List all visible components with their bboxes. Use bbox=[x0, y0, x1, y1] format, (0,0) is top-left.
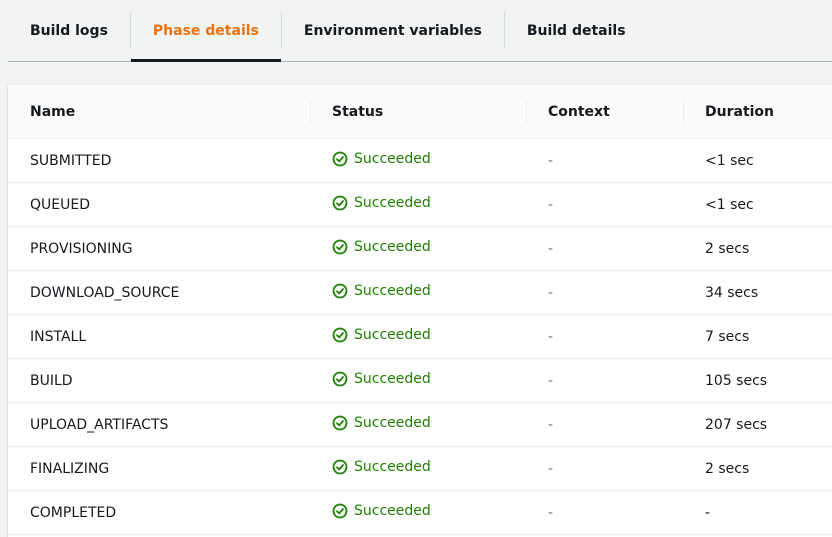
phase-name-cell: COMPLETED bbox=[8, 490, 310, 535]
phase-status-cell: Succeeded bbox=[310, 270, 526, 315]
phase-name-cell: UPLOAD_ARTIFACTS bbox=[8, 402, 310, 447]
phase-name-cell: FINALIZING bbox=[8, 446, 310, 491]
tab-phase-details[interactable]: Phase details bbox=[130, 0, 281, 62]
check-circle-icon bbox=[332, 239, 348, 254]
status-text: Succeeded bbox=[354, 326, 431, 343]
phase-duration-cell: - bbox=[683, 490, 832, 535]
table-row: INSTALL Succeeded - 7 secs bbox=[8, 314, 832, 359]
table-header-row: Name Status Context Duration bbox=[8, 85, 832, 139]
phase-name-cell: DOWNLOAD_SOURCE bbox=[8, 270, 310, 315]
check-circle-icon bbox=[332, 327, 348, 342]
check-circle-icon bbox=[332, 503, 348, 518]
status-indicator: Succeeded bbox=[332, 371, 431, 387]
column-header-duration: Duration bbox=[683, 85, 832, 139]
table-row: DOWNLOAD_SOURCE Succeeded - 34 secs bbox=[8, 270, 832, 315]
column-header-name: Name bbox=[8, 85, 310, 139]
phase-context-cell: - bbox=[526, 138, 683, 183]
table-row: COMPLETED Succeeded - - bbox=[8, 490, 832, 535]
phase-duration-cell: 2 secs bbox=[683, 226, 832, 271]
tab-bar: Build logs Phase details Environment var… bbox=[8, 0, 832, 62]
phase-context-cell: - bbox=[526, 446, 683, 491]
status-text: Succeeded bbox=[354, 458, 431, 475]
tab-build-details[interactable]: Build details bbox=[505, 0, 648, 61]
table-row: UPLOAD_ARTIFACTS Succeeded - 207 secs bbox=[8, 402, 832, 447]
status-text: Succeeded bbox=[354, 150, 431, 167]
phase-duration-cell: 2 secs bbox=[683, 446, 832, 491]
status-text: Succeeded bbox=[354, 194, 431, 211]
phase-status-cell: Succeeded bbox=[310, 402, 526, 447]
phase-duration-cell: 105 secs bbox=[683, 358, 832, 403]
phase-context-cell: - bbox=[526, 402, 683, 447]
status-indicator: Succeeded bbox=[332, 503, 431, 519]
phase-duration-cell: 34 secs bbox=[683, 270, 832, 315]
phase-status-cell: Succeeded bbox=[310, 182, 526, 227]
phase-duration-cell: 7 secs bbox=[683, 314, 832, 359]
status-indicator: Succeeded bbox=[332, 327, 431, 343]
status-indicator: Succeeded bbox=[332, 283, 431, 299]
phase-name-cell: QUEUED bbox=[8, 182, 310, 227]
phase-duration-cell: 207 secs bbox=[683, 402, 832, 447]
check-circle-icon bbox=[332, 371, 348, 386]
check-circle-icon bbox=[332, 459, 348, 474]
tab-environment-variables[interactable]: Environment variables bbox=[282, 0, 504, 61]
phase-context-cell: - bbox=[526, 490, 683, 535]
status-indicator: Succeeded bbox=[332, 151, 431, 167]
phase-duration-cell: <1 sec bbox=[683, 138, 832, 183]
table-row: SUBMITTED Succeeded - <1 sec bbox=[8, 138, 832, 183]
phase-context-cell: - bbox=[526, 270, 683, 315]
status-text: Succeeded bbox=[354, 414, 431, 431]
table-row: FINALIZING Succeeded - 2 secs bbox=[8, 446, 832, 491]
phase-context-cell: - bbox=[526, 358, 683, 403]
status-indicator: Succeeded bbox=[332, 415, 431, 431]
phase-name-cell: BUILD bbox=[8, 358, 310, 403]
phase-context-cell: - bbox=[526, 314, 683, 359]
tab-build-logs[interactable]: Build logs bbox=[8, 0, 130, 61]
table-row: QUEUED Succeeded - <1 sec bbox=[8, 182, 832, 227]
status-indicator: Succeeded bbox=[332, 195, 431, 211]
phase-status-cell: Succeeded bbox=[310, 226, 526, 271]
check-circle-icon bbox=[332, 283, 348, 298]
status-text: Succeeded bbox=[354, 370, 431, 387]
phase-name-cell: PROVISIONING bbox=[8, 226, 310, 271]
check-circle-icon bbox=[332, 415, 348, 430]
phase-status-cell: Succeeded bbox=[310, 138, 526, 183]
status-indicator: Succeeded bbox=[332, 459, 431, 475]
phase-table-body: SUBMITTED Succeeded - <1 sec QUEUED Succ… bbox=[8, 138, 832, 535]
phase-context-cell: - bbox=[526, 182, 683, 227]
status-indicator: Succeeded bbox=[332, 239, 431, 255]
column-header-context: Context bbox=[526, 85, 683, 139]
check-circle-icon bbox=[332, 151, 348, 166]
column-header-status: Status bbox=[310, 85, 526, 139]
phase-context-cell: - bbox=[526, 226, 683, 271]
phase-duration-cell: <1 sec bbox=[683, 182, 832, 227]
phase-table: Name Status Context Duration SUBMITTED S… bbox=[8, 85, 832, 535]
phase-status-cell: Succeeded bbox=[310, 446, 526, 491]
table-row: BUILD Succeeded - 105 secs bbox=[8, 358, 832, 403]
phase-status-cell: Succeeded bbox=[310, 358, 526, 403]
phase-name-cell: SUBMITTED bbox=[8, 138, 310, 183]
phase-name-cell: INSTALL bbox=[8, 314, 310, 359]
table-row: PROVISIONING Succeeded - 2 secs bbox=[8, 226, 832, 271]
status-text: Succeeded bbox=[354, 502, 431, 519]
phase-status-cell: Succeeded bbox=[310, 314, 526, 359]
build-phase-details-page: Build logs Phase details Environment var… bbox=[0, 0, 832, 537]
check-circle-icon bbox=[332, 195, 348, 210]
phase-details-card: Name Status Context Duration SUBMITTED S… bbox=[8, 84, 832, 537]
status-text: Succeeded bbox=[354, 238, 431, 255]
status-text: Succeeded bbox=[354, 282, 431, 299]
phase-status-cell: Succeeded bbox=[310, 490, 526, 535]
